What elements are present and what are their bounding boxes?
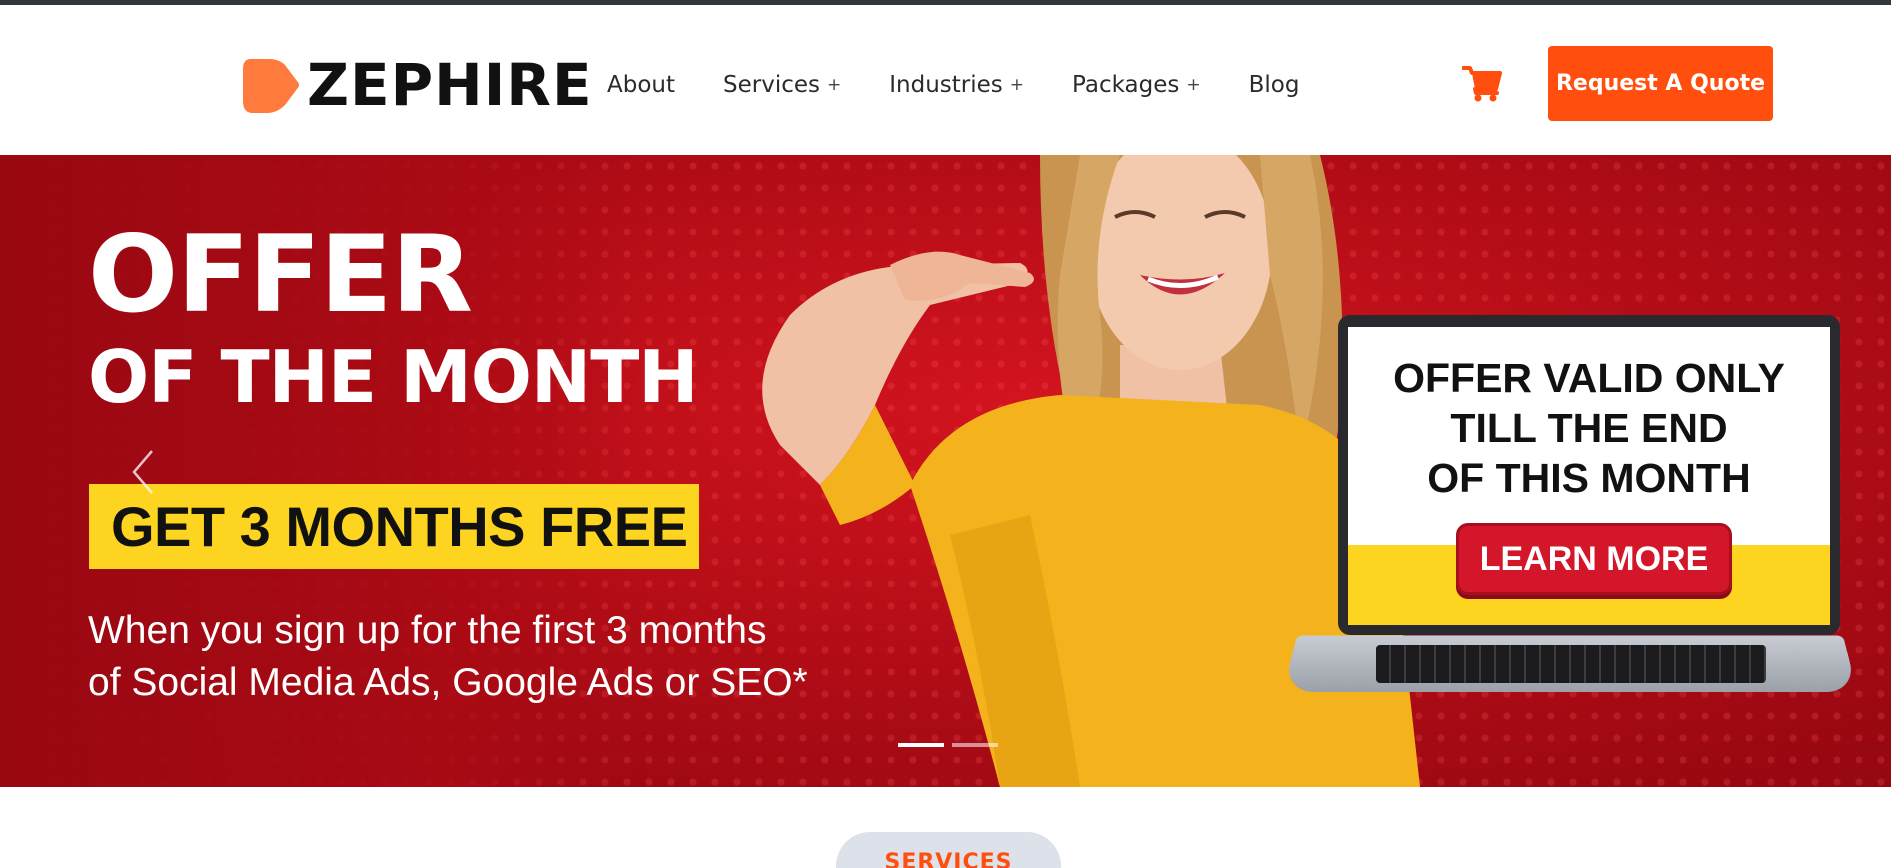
nav-services-label: Services — [723, 72, 821, 98]
screen-line: OF THIS MONTH — [1427, 455, 1751, 501]
learn-more-button[interactable]: LEARN MORE — [1456, 523, 1732, 595]
logo[interactable]: ZEPHIRE — [243, 52, 603, 118]
hero-highlight-box: GET 3 MONTHS FREE — [89, 484, 699, 569]
chevron-left-icon[interactable] — [128, 447, 158, 497]
screen-line: TILL THE END — [1450, 405, 1728, 451]
services-section-tag: SERVICES — [836, 832, 1061, 868]
nav-blog[interactable]: Blog — [1249, 72, 1300, 98]
nav-packages-label: Packages — [1072, 72, 1180, 98]
carousel-indicator-2[interactable] — [952, 743, 998, 747]
laptop-keyboard — [1376, 645, 1766, 683]
hero-headline-sub: OF THE MONTH — [88, 335, 699, 419]
carousel-indicator-1[interactable] — [898, 743, 944, 747]
nav-industries-label: Industries — [889, 72, 1003, 98]
screen-text: OFFER VALID ONLY TILL THE END OF THIS MO… — [1348, 353, 1830, 503]
nav-about-label: About — [607, 72, 676, 98]
logo-mark-icon — [243, 59, 299, 113]
nav-blog-label: Blog — [1248, 72, 1300, 98]
hero-carousel: OFFER OF THE MONTH GET 3 MONTHS FREE Whe… — [0, 155, 1891, 787]
hero-highlight-text: GET 3 MONTHS FREE — [111, 495, 688, 558]
logo-text: ZEPHIRE — [307, 51, 593, 119]
nav-services[interactable]: Services + — [723, 72, 841, 98]
plus-icon: + — [1009, 75, 1025, 95]
nav-packages[interactable]: Packages + — [1072, 72, 1201, 98]
laptop-ad: OFFER VALID ONLY TILL THE END OF THIS MO… — [1282, 315, 1858, 735]
laptop-screen: OFFER VALID ONLY TILL THE END OF THIS MO… — [1348, 327, 1830, 625]
cart-icon[interactable] — [1462, 65, 1502, 103]
carousel-indicators — [898, 743, 998, 747]
site-header: ZEPHIRE About Services + Industries + Pa… — [0, 5, 1891, 155]
screen-line: OFFER VALID ONLY — [1393, 355, 1785, 401]
nav-about[interactable]: About — [607, 72, 675, 98]
main-nav: About Services + Industries + Packages +… — [607, 67, 1347, 103]
plus-icon: + — [1186, 75, 1201, 95]
services-label: SERVICES — [884, 850, 1013, 868]
nav-industries[interactable]: Industries + — [889, 72, 1024, 98]
hero-headline: OFFER — [88, 213, 473, 336]
request-quote-button[interactable]: Request A Quote — [1548, 46, 1773, 121]
plus-icon: + — [827, 75, 842, 95]
